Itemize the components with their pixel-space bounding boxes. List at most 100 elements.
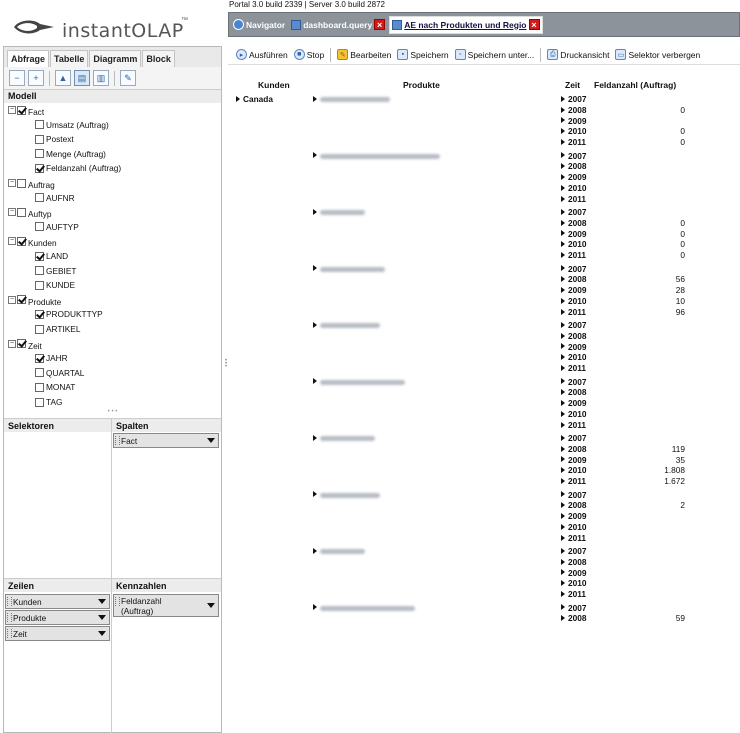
expand-arrow-icon[interactable] [313, 604, 317, 611]
tree-checkbox[interactable] [17, 236, 26, 246]
expand-arrow-icon[interactable] [236, 95, 240, 102]
expand-arrow-icon[interactable] [561, 195, 565, 202]
row-year[interactable]: 2011 [561, 194, 586, 204]
tree-group[interactable]: − Produkte [8, 294, 61, 307]
expand-arrow-icon[interactable] [561, 547, 565, 554]
tree-group[interactable]: − Kunden [8, 235, 57, 248]
print-preview-button[interactable]: ⎙ Druckansicht [545, 47, 611, 62]
row-field-zeit[interactable]: Zeit [5, 626, 110, 641]
expand-arrow-icon[interactable] [561, 456, 565, 463]
row-year[interactable]: 2007 [561, 207, 586, 217]
dropdown-arrow-icon[interactable] [98, 615, 106, 620]
row-year[interactable]: 2009 [561, 342, 586, 352]
tree-checkbox[interactable] [35, 280, 44, 290]
row-year[interactable]: 2011 [561, 589, 586, 599]
row-year[interactable]: 2008 [561, 105, 586, 115]
run-button[interactable]: ▸ Ausführen [234, 47, 290, 62]
row-year[interactable]: 2009 [561, 285, 586, 295]
row-product-redacted[interactable] [313, 94, 390, 104]
tree-checkbox[interactable] [17, 178, 26, 188]
close-icon[interactable]: × [374, 19, 386, 30]
expand-arrow-icon[interactable] [561, 139, 565, 145]
hierarchy-icon[interactable]: ▲ [55, 70, 71, 86]
dropdown-arrow-icon[interactable] [98, 599, 106, 604]
expand-arrow-icon[interactable] [561, 378, 565, 385]
row-year[interactable]: 2008 [561, 444, 586, 454]
row-year[interactable]: 2009 [561, 511, 586, 521]
expand-arrow-icon[interactable] [313, 378, 317, 385]
tree-leaf[interactable]: GEBIET [35, 265, 76, 277]
tree-checkbox[interactable] [35, 193, 44, 203]
row-year[interactable]: 2009 [561, 116, 586, 126]
row-year[interactable]: 2011 [561, 250, 586, 260]
expand-arrow-icon[interactable] [561, 321, 565, 328]
expand-arrow-icon[interactable] [561, 491, 565, 498]
collapse-toggle-icon[interactable]: − [8, 339, 16, 348]
expand-arrow-icon[interactable] [561, 399, 565, 406]
row-year[interactable]: 2009 [561, 172, 586, 182]
tree-checkbox[interactable] [35, 397, 44, 407]
expand-all-icon[interactable]: + [28, 70, 44, 86]
expand-arrow-icon[interactable] [561, 230, 565, 237]
row-year[interactable]: 2008 [561, 331, 586, 341]
collapse-toggle-icon[interactable]: − [8, 237, 16, 246]
row-year[interactable]: 2010 [561, 296, 586, 306]
tree-leaf[interactable]: MONAT [35, 381, 75, 393]
tab-navigator[interactable]: Navigator [231, 16, 287, 34]
expand-arrow-icon[interactable] [561, 523, 565, 530]
tree-leaf[interactable]: PRODUKTTYP [35, 308, 103, 320]
row-product-redacted[interactable] [313, 207, 365, 217]
expand-arrow-icon[interactable] [313, 434, 317, 441]
expand-arrow-icon[interactable] [561, 591, 565, 597]
tab-active-query[interactable]: AE nach Produkten und Regio × [389, 15, 543, 34]
row-year[interactable]: 2011 [561, 363, 586, 373]
row-year[interactable]: 2011 [561, 137, 586, 147]
tree-checkbox[interactable] [35, 353, 44, 363]
expand-arrow-icon[interactable] [561, 106, 565, 113]
horizontal-splitter[interactable]: • • • [4, 409, 221, 416]
stop-button[interactable]: ■ Stop [292, 47, 327, 62]
tree-checkbox[interactable] [35, 251, 44, 261]
row-year[interactable]: 2011 [561, 307, 586, 317]
edit-icon[interactable]: ✎ [120, 70, 136, 86]
expand-arrow-icon[interactable] [561, 354, 565, 361]
tree-checkbox[interactable] [35, 149, 44, 159]
measure-field[interactable]: Feldanzahl (Auftrag) [113, 594, 219, 617]
expand-arrow-icon[interactable] [313, 547, 317, 554]
collapse-toggle-icon[interactable]: − [8, 295, 16, 304]
row-year[interactable]: 2010 [561, 352, 586, 362]
expand-arrow-icon[interactable] [313, 95, 317, 102]
expand-arrow-icon[interactable] [561, 163, 565, 170]
tree-group[interactable]: − Auftrag [8, 177, 55, 190]
expand-arrow-icon[interactable] [561, 208, 565, 215]
expand-arrow-icon[interactable] [561, 332, 565, 339]
expand-arrow-icon[interactable] [561, 434, 565, 441]
collapse-toggle-icon[interactable]: − [8, 179, 16, 187]
tree-leaf[interactable]: JAHR [35, 352, 68, 364]
tree-leaf[interactable]: AUFTYP [35, 221, 79, 233]
expand-arrow-icon[interactable] [561, 276, 565, 283]
expand-arrow-icon[interactable] [561, 241, 565, 248]
expand-arrow-icon[interactable] [561, 558, 565, 565]
expand-arrow-icon[interactable] [561, 219, 565, 226]
expand-arrow-icon[interactable] [561, 604, 565, 611]
expand-arrow-icon[interactable] [561, 286, 565, 293]
row-product-redacted[interactable] [313, 603, 415, 613]
row-year[interactable]: 2010 [561, 126, 586, 136]
expand-arrow-icon[interactable] [561, 534, 565, 541]
row-year[interactable]: 2010 [561, 183, 586, 193]
expand-arrow-icon[interactable] [561, 512, 565, 519]
expand-arrow-icon[interactable] [561, 569, 565, 576]
row-year[interactable]: 2007 [561, 490, 586, 500]
row-product-redacted[interactable] [313, 264, 385, 274]
row-year[interactable]: 2008 [561, 500, 586, 510]
row-year[interactable]: 2009 [561, 229, 586, 239]
row-year[interactable]: 2008 [561, 274, 586, 284]
tab-block[interactable]: Block [142, 50, 175, 67]
tree-leaf[interactable]: Menge (Auftrag) [35, 148, 106, 160]
row-product-redacted[interactable] [313, 320, 380, 330]
expand-arrow-icon[interactable] [313, 152, 317, 159]
expand-arrow-icon[interactable] [561, 615, 565, 622]
edit-button[interactable]: ✎ Bearbeiten [335, 47, 393, 62]
tree-checkbox[interactable] [17, 295, 26, 305]
